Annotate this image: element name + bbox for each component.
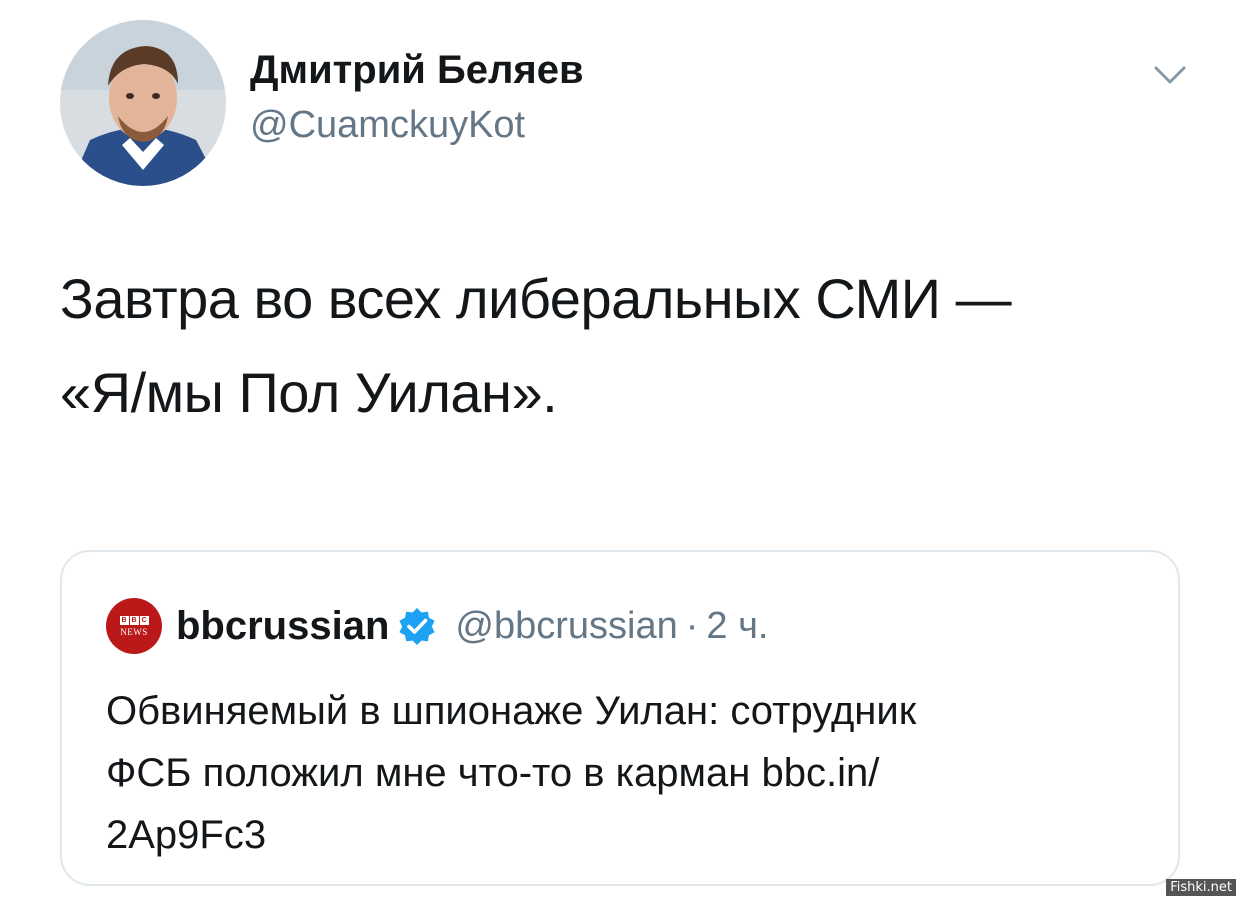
quoted-text-line: Обвиняемый в шпионаже Уилан: сотрудник: [106, 689, 917, 733]
bbc-logo-box: C: [139, 615, 149, 625]
tweet-text: Завтра во всех либеральных СМИ — «Я/мы П…: [60, 252, 1190, 440]
quoted-tweet-header: B B C NEWS bbcrussian @bbcrussian · 2 ч.: [106, 598, 768, 654]
separator-dot: ·: [685, 604, 699, 647]
verified-badge-icon: [399, 608, 436, 645]
quoted-tweet-card[interactable]: B B C NEWS bbcrussian @bbcrussian · 2 ч.…: [60, 550, 1180, 886]
quoted-display-name[interactable]: bbcrussian: [176, 604, 389, 649]
tweet-text-line: «Я/мы Пол Уилан».: [60, 361, 558, 424]
tweet-menu-button[interactable]: [1148, 60, 1192, 90]
chevron-down-icon: [1154, 66, 1186, 84]
quoted-text-line: ФСБ положил мне что-то в карман bbc.in/: [106, 751, 880, 795]
bbc-news-logo: B B C NEWS: [106, 598, 162, 654]
bbc-logo-news-text: NEWS: [120, 626, 148, 637]
quoted-text-line: 2Ap9Fc3: [106, 813, 267, 857]
user-avatar-photo: [60, 20, 226, 186]
tweet-text-line: Завтра во всех либеральных СМИ —: [60, 267, 1012, 330]
quoted-timestamp[interactable]: 2 ч.: [706, 605, 768, 648]
bbc-logo-box: B: [119, 615, 129, 625]
author-handle[interactable]: @CuamckuyKot: [250, 104, 525, 147]
watermark: Fishki.net: [1166, 879, 1236, 896]
author-avatar[interactable]: [60, 20, 226, 186]
quoted-tweet-text: Обвиняемый в шпионаже Уилан: сотрудник Ф…: [106, 680, 1146, 866]
quoted-handle[interactable]: @bbcrussian: [455, 605, 677, 648]
author-display-name[interactable]: Дмитрий Беляев: [250, 48, 584, 93]
bbc-logo-box: B: [129, 615, 139, 625]
